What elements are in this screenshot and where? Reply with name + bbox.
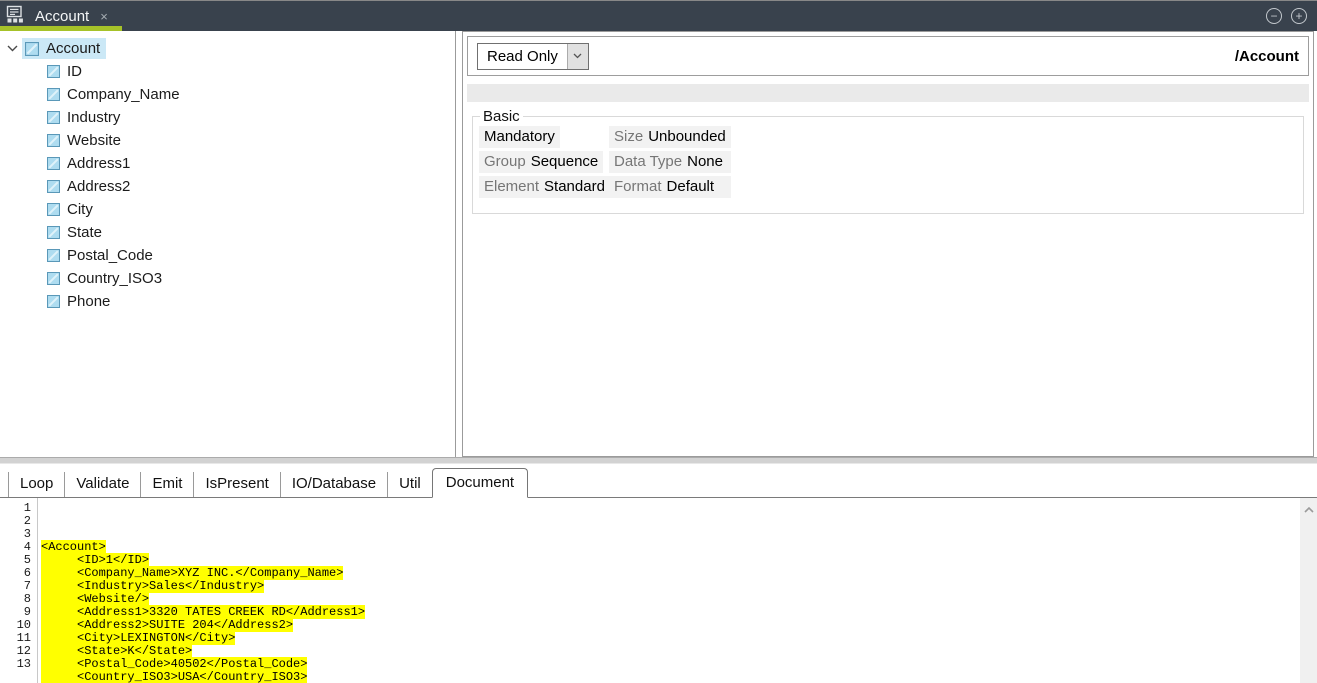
property-chips: Mandatory Size Unbounded Group Sequence Da… [479, 126, 1297, 198]
document-tab-label: Account [35, 7, 90, 25]
property-chip: Element Standard [479, 176, 610, 198]
property-label: Data Type [614, 153, 683, 170]
detail-toolbar: Read Only /Account [467, 36, 1309, 76]
tree-item[interactable]: Country_ISO3 [0, 267, 455, 290]
bottom-tab-bar: Loop Validate Emit IsPresent IO/Database… [0, 464, 1317, 498]
tree-item-label: Industry [67, 109, 121, 126]
expand-circle-button[interactable]: + [1291, 8, 1307, 24]
tree-item[interactable]: Industry [0, 106, 455, 129]
element-node-icon [47, 226, 60, 239]
tree-item-label: Country_ISO3 [67, 270, 163, 287]
tree-item-label: Company_Name [67, 86, 180, 103]
tab-validate[interactable]: Validate [64, 472, 140, 497]
element-detail-panel: Read Only /Account Basic Mandatory Size … [462, 31, 1314, 457]
tree-item[interactable]: City [0, 198, 455, 221]
element-node-icon [47, 134, 60, 147]
chevron-down-icon[interactable] [566, 43, 588, 69]
tree-item-label: Website [67, 132, 121, 149]
tree-item-label: Postal_Code [67, 247, 153, 264]
tree-item-label: ID [67, 63, 82, 80]
element-node-icon [47, 295, 60, 308]
tree-item-account[interactable]: Account [0, 37, 455, 60]
element-node-icon [47, 249, 60, 262]
basic-group: Basic Mandatory Size Unbounded Group Seque… [472, 108, 1304, 214]
active-tab-underline [0, 26, 122, 31]
property-value: Default [666, 178, 715, 195]
property-label: Size [614, 128, 644, 145]
chevron-down-icon[interactable] [7, 45, 22, 52]
read-only-dropdown[interactable]: Read Only [477, 42, 589, 70]
property-chip: Format Default [609, 176, 731, 198]
close-tab-icon[interactable]: × [98, 9, 110, 24]
element-node-icon [47, 180, 60, 193]
tree-item[interactable]: Website [0, 129, 455, 152]
tree-item-label: Phone [67, 293, 111, 310]
scroll-up-icon[interactable] [1303, 504, 1314, 517]
line-number: 13 [16, 657, 31, 671]
titlebar: Account × − + [0, 1, 1317, 31]
horizontal-splitter[interactable] [0, 457, 1317, 464]
vertical-scrollbar[interactable] [1300, 498, 1317, 683]
basic-group-legend: Basic [483, 108, 520, 125]
property-chip: Group Sequence [479, 151, 604, 173]
element-node-icon [47, 111, 60, 124]
element-node-icon [47, 272, 60, 285]
schema-tree-panel: Account ID Company_Name Industry Website… [0, 31, 456, 457]
property-label: Element [484, 178, 540, 195]
property-label: Format [614, 178, 662, 195]
element-path-label: /Account [1234, 47, 1299, 65]
tree-item[interactable]: State [0, 221, 455, 244]
property-chip: Size Unbounded [609, 126, 731, 148]
property-value: Unbounded [648, 128, 726, 145]
schema-tree: Account ID Company_Name Industry Website… [0, 37, 455, 313]
line-number-gutter: 1 2 3 4 5 6 7 8 9 10 11 12 13 [0, 498, 38, 683]
form-icon [6, 4, 26, 29]
element-node-icon [47, 157, 60, 170]
tree-item[interactable]: Postal_Code [0, 244, 455, 267]
tab-io-database[interactable]: IO/Database [279, 472, 387, 497]
read-only-dropdown-value: Read Only [487, 47, 558, 65]
xml-code[interactable]: <Account> <ID>1</ID> <Company_Name>XYZ I… [38, 498, 366, 683]
main-area: Account ID Company_Name Industry Website… [0, 31, 1317, 457]
document-tab-account[interactable]: Account × [0, 1, 122, 31]
tree-item-label: City [67, 201, 93, 218]
tab-loop[interactable]: Loop [8, 472, 64, 497]
tree-item-label: Address2 [67, 178, 131, 195]
tree-item[interactable]: Phone [0, 290, 455, 313]
tree-item[interactable]: ID [0, 60, 455, 83]
tab-util[interactable]: Util [387, 472, 432, 497]
selected-tree-node: Account [22, 38, 107, 59]
property-label: Group [484, 153, 526, 170]
collapse-circle-button[interactable]: − [1266, 8, 1282, 24]
property-chip: Mandatory [479, 126, 560, 148]
app-window: Account × − + Account ID Company_Name In… [0, 0, 1317, 683]
tab-emit[interactable]: Emit [140, 472, 193, 497]
tab-ispresent[interactable]: IsPresent [193, 472, 279, 497]
titlebar-controls: − + [1266, 8, 1317, 24]
element-node-icon [47, 88, 60, 101]
tree-item-label: Address1 [67, 155, 131, 172]
element-node-icon [25, 41, 39, 56]
property-value: Standard [544, 178, 605, 195]
code-line: <Country_ISO3>USA</Country_ISO3> [41, 670, 308, 683]
property-value: Sequence [530, 153, 599, 170]
document-code-view: 1 2 3 4 5 6 7 8 9 10 11 12 13 <Account> <ID>1</ID> <… [0, 498, 1317, 683]
tab-document[interactable]: Document [431, 468, 529, 498]
detail-subheader-strip [467, 84, 1309, 102]
tree-item[interactable]: Address2 [0, 175, 455, 198]
tree-item[interactable]: Company_Name [0, 83, 455, 106]
property-value: None [687, 153, 723, 170]
property-chip: Data Type None [609, 151, 731, 173]
element-node-icon [47, 203, 60, 216]
tree-item-label: Account [46, 40, 101, 57]
tree-item[interactable]: Address1 [0, 152, 455, 175]
property-value: Mandatory [484, 128, 555, 145]
element-node-icon [47, 65, 60, 78]
tree-item-label: State [67, 224, 103, 241]
